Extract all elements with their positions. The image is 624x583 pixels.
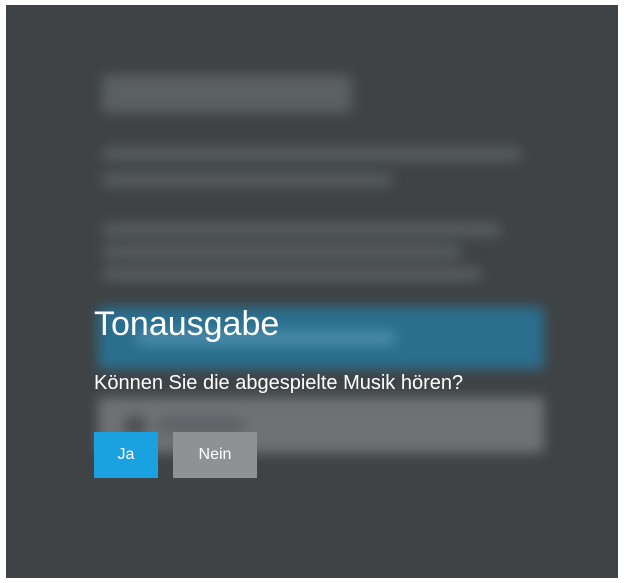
- test-screen: Tonausgabe Können Sie die abgespielte Mu…: [6, 5, 618, 578]
- no-button[interactable]: Nein: [173, 432, 257, 478]
- blurred-text-line: [102, 245, 462, 259]
- dialog-title: Tonausgabe: [94, 305, 280, 343]
- blurred-text-line: [102, 147, 522, 161]
- blurred-heading: [102, 75, 352, 113]
- blurred-text-line: [102, 223, 502, 237]
- blurred-panel-text: [156, 417, 246, 433]
- yes-button[interactable]: Ja: [94, 432, 158, 478]
- blurred-background: [6, 5, 618, 578]
- blurred-text-line: [102, 267, 482, 281]
- dialog-question: Können Sie die abgespielte Musik hören?: [94, 372, 464, 394]
- blurred-text-line: [102, 173, 392, 187]
